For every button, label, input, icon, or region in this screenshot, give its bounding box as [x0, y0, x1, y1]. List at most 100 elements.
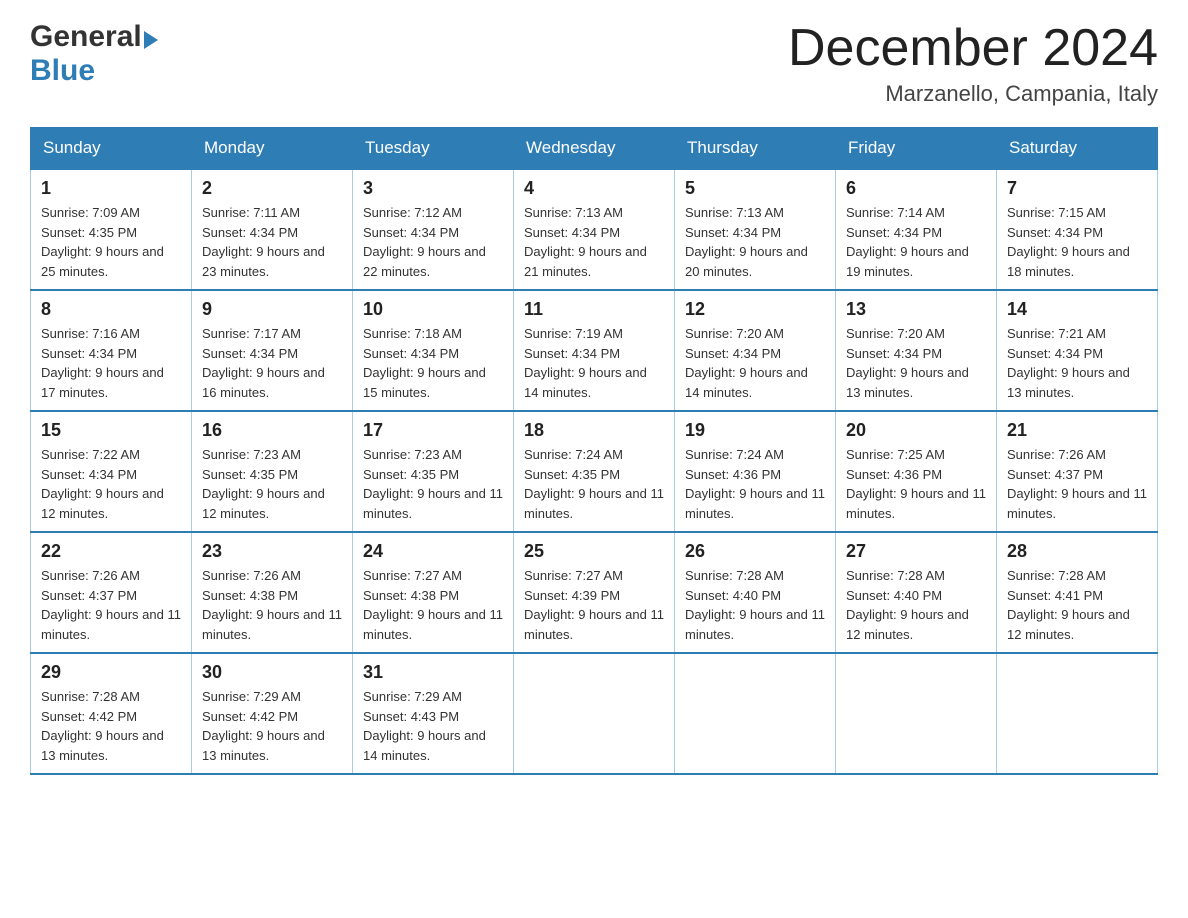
day-number: 7: [1007, 178, 1147, 199]
calendar-table: Sunday Monday Tuesday Wednesday Thursday…: [30, 127, 1158, 775]
day-info: Sunrise: 7:28 AM Sunset: 4:41 PM Dayligh…: [1007, 566, 1147, 644]
day-info: Sunrise: 7:09 AM Sunset: 4:35 PM Dayligh…: [41, 203, 181, 281]
day-info: Sunrise: 7:13 AM Sunset: 4:34 PM Dayligh…: [685, 203, 825, 281]
day-number: 30: [202, 662, 342, 683]
calendar-cell: 29 Sunrise: 7:28 AM Sunset: 4:42 PM Dayl…: [31, 653, 192, 774]
day-info: Sunrise: 7:24 AM Sunset: 4:36 PM Dayligh…: [685, 445, 825, 523]
day-info: Sunrise: 7:26 AM Sunset: 4:37 PM Dayligh…: [1007, 445, 1147, 523]
day-number: 24: [363, 541, 503, 562]
day-number: 26: [685, 541, 825, 562]
day-number: 31: [363, 662, 503, 683]
page-header: General Blue December 2024 Marzanello, C…: [30, 20, 1158, 107]
logo-bottom-line: Blue: [30, 54, 158, 88]
day-info: Sunrise: 7:27 AM Sunset: 4:39 PM Dayligh…: [524, 566, 664, 644]
day-info: Sunrise: 7:24 AM Sunset: 4:35 PM Dayligh…: [524, 445, 664, 523]
calendar-cell: 31 Sunrise: 7:29 AM Sunset: 4:43 PM Dayl…: [353, 653, 514, 774]
page-subtitle: Marzanello, Campania, Italy: [788, 81, 1158, 107]
title-block: December 2024 Marzanello, Campania, Ital…: [788, 20, 1158, 107]
calendar-cell: 15 Sunrise: 7:22 AM Sunset: 4:34 PM Dayl…: [31, 411, 192, 532]
day-number: 9: [202, 299, 342, 320]
calendar-cell: 22 Sunrise: 7:26 AM Sunset: 4:37 PM Dayl…: [31, 532, 192, 653]
day-number: 19: [685, 420, 825, 441]
calendar-cell: 2 Sunrise: 7:11 AM Sunset: 4:34 PM Dayli…: [192, 169, 353, 290]
calendar-cell: 10 Sunrise: 7:18 AM Sunset: 4:34 PM Dayl…: [353, 290, 514, 411]
calendar-cell: 20 Sunrise: 7:25 AM Sunset: 4:36 PM Dayl…: [836, 411, 997, 532]
day-info: Sunrise: 7:25 AM Sunset: 4:36 PM Dayligh…: [846, 445, 986, 523]
day-number: 13: [846, 299, 986, 320]
day-number: 4: [524, 178, 664, 199]
logo-arrow-icon: [144, 31, 158, 49]
calendar-cell: [836, 653, 997, 774]
day-info: Sunrise: 7:11 AM Sunset: 4:34 PM Dayligh…: [202, 203, 342, 281]
day-number: 16: [202, 420, 342, 441]
calendar-cell: 12 Sunrise: 7:20 AM Sunset: 4:34 PM Dayl…: [675, 290, 836, 411]
day-info: Sunrise: 7:28 AM Sunset: 4:40 PM Dayligh…: [685, 566, 825, 644]
calendar-cell: 16 Sunrise: 7:23 AM Sunset: 4:35 PM Dayl…: [192, 411, 353, 532]
day-info: Sunrise: 7:21 AM Sunset: 4:34 PM Dayligh…: [1007, 324, 1147, 402]
calendar-cell: 13 Sunrise: 7:20 AM Sunset: 4:34 PM Dayl…: [836, 290, 997, 411]
day-info: Sunrise: 7:13 AM Sunset: 4:34 PM Dayligh…: [524, 203, 664, 281]
col-saturday: Saturday: [997, 128, 1158, 170]
calendar-cell: 21 Sunrise: 7:26 AM Sunset: 4:37 PM Dayl…: [997, 411, 1158, 532]
calendar-cell: 3 Sunrise: 7:12 AM Sunset: 4:34 PM Dayli…: [353, 169, 514, 290]
day-info: Sunrise: 7:15 AM Sunset: 4:34 PM Dayligh…: [1007, 203, 1147, 281]
calendar-week-3: 15 Sunrise: 7:22 AM Sunset: 4:34 PM Dayl…: [31, 411, 1158, 532]
calendar-cell: 27 Sunrise: 7:28 AM Sunset: 4:40 PM Dayl…: [836, 532, 997, 653]
day-number: 1: [41, 178, 181, 199]
calendar-cell: 8 Sunrise: 7:16 AM Sunset: 4:34 PM Dayli…: [31, 290, 192, 411]
day-number: 15: [41, 420, 181, 441]
day-number: 20: [846, 420, 986, 441]
calendar-cell: 14 Sunrise: 7:21 AM Sunset: 4:34 PM Dayl…: [997, 290, 1158, 411]
day-number: 11: [524, 299, 664, 320]
calendar-cell: 1 Sunrise: 7:09 AM Sunset: 4:35 PM Dayli…: [31, 169, 192, 290]
calendar-cell: 18 Sunrise: 7:24 AM Sunset: 4:35 PM Dayl…: [514, 411, 675, 532]
day-number: 29: [41, 662, 181, 683]
col-sunday: Sunday: [31, 128, 192, 170]
day-info: Sunrise: 7:29 AM Sunset: 4:43 PM Dayligh…: [363, 687, 503, 765]
col-wednesday: Wednesday: [514, 128, 675, 170]
day-number: 25: [524, 541, 664, 562]
day-info: Sunrise: 7:26 AM Sunset: 4:38 PM Dayligh…: [202, 566, 342, 644]
day-info: Sunrise: 7:27 AM Sunset: 4:38 PM Dayligh…: [363, 566, 503, 644]
logo: General Blue: [30, 20, 158, 88]
calendar-week-5: 29 Sunrise: 7:28 AM Sunset: 4:42 PM Dayl…: [31, 653, 1158, 774]
calendar-cell: 30 Sunrise: 7:29 AM Sunset: 4:42 PM Dayl…: [192, 653, 353, 774]
day-info: Sunrise: 7:18 AM Sunset: 4:34 PM Dayligh…: [363, 324, 503, 402]
logo-top-line: General: [30, 20, 158, 54]
day-info: Sunrise: 7:29 AM Sunset: 4:42 PM Dayligh…: [202, 687, 342, 765]
day-info: Sunrise: 7:12 AM Sunset: 4:34 PM Dayligh…: [363, 203, 503, 281]
calendar-cell: 9 Sunrise: 7:17 AM Sunset: 4:34 PM Dayli…: [192, 290, 353, 411]
calendar-cell: 19 Sunrise: 7:24 AM Sunset: 4:36 PM Dayl…: [675, 411, 836, 532]
calendar-cell: 28 Sunrise: 7:28 AM Sunset: 4:41 PM Dayl…: [997, 532, 1158, 653]
day-info: Sunrise: 7:23 AM Sunset: 4:35 PM Dayligh…: [363, 445, 503, 523]
day-number: 3: [363, 178, 503, 199]
day-info: Sunrise: 7:22 AM Sunset: 4:34 PM Dayligh…: [41, 445, 181, 523]
col-tuesday: Tuesday: [353, 128, 514, 170]
day-info: Sunrise: 7:19 AM Sunset: 4:34 PM Dayligh…: [524, 324, 664, 402]
col-monday: Monday: [192, 128, 353, 170]
day-info: Sunrise: 7:20 AM Sunset: 4:34 PM Dayligh…: [846, 324, 986, 402]
calendar-cell: [997, 653, 1158, 774]
calendar-week-1: 1 Sunrise: 7:09 AM Sunset: 4:35 PM Dayli…: [31, 169, 1158, 290]
day-info: Sunrise: 7:26 AM Sunset: 4:37 PM Dayligh…: [41, 566, 181, 644]
calendar-cell: [675, 653, 836, 774]
day-info: Sunrise: 7:20 AM Sunset: 4:34 PM Dayligh…: [685, 324, 825, 402]
calendar-header-row: Sunday Monday Tuesday Wednesday Thursday…: [31, 128, 1158, 170]
col-thursday: Thursday: [675, 128, 836, 170]
day-number: 22: [41, 541, 181, 562]
day-info: Sunrise: 7:17 AM Sunset: 4:34 PM Dayligh…: [202, 324, 342, 402]
day-number: 10: [363, 299, 503, 320]
day-number: 6: [846, 178, 986, 199]
calendar-cell: [514, 653, 675, 774]
calendar-cell: 6 Sunrise: 7:14 AM Sunset: 4:34 PM Dayli…: [836, 169, 997, 290]
calendar-cell: 4 Sunrise: 7:13 AM Sunset: 4:34 PM Dayli…: [514, 169, 675, 290]
day-number: 8: [41, 299, 181, 320]
day-info: Sunrise: 7:23 AM Sunset: 4:35 PM Dayligh…: [202, 445, 342, 523]
logo-general-text: General: [30, 20, 142, 53]
day-number: 21: [1007, 420, 1147, 441]
calendar-week-2: 8 Sunrise: 7:16 AM Sunset: 4:34 PM Dayli…: [31, 290, 1158, 411]
col-friday: Friday: [836, 128, 997, 170]
calendar-cell: 11 Sunrise: 7:19 AM Sunset: 4:34 PM Dayl…: [514, 290, 675, 411]
day-number: 28: [1007, 541, 1147, 562]
day-number: 5: [685, 178, 825, 199]
